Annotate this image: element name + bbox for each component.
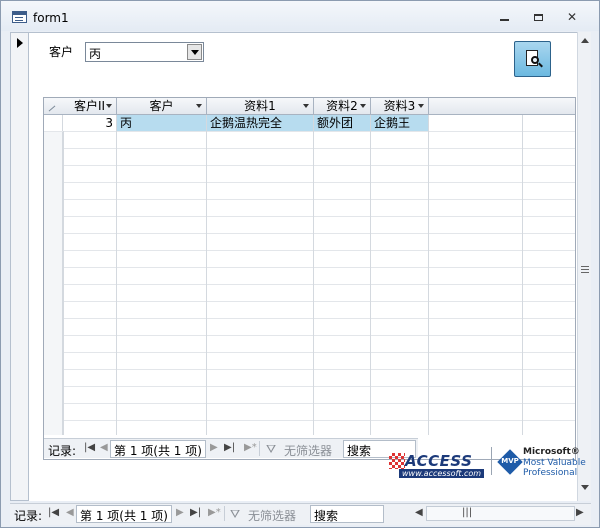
cell-customer-id[interactable]: 3 [63, 115, 117, 131]
scroll-right-icon[interactable]: ▶ [576, 507, 584, 518]
table-row[interactable]: 3 丙 企鹅温热完全 额外团 企鹅王 [44, 115, 575, 131]
column-header-data2[interactable]: 资料2 [314, 98, 371, 114]
next-record-icon[interactable]: ▶ [176, 507, 184, 518]
customer-combobox[interactable]: 丙 [85, 42, 204, 62]
close-button[interactable]: ✕ [559, 8, 585, 26]
vertical-scrollbar[interactable] [577, 32, 591, 501]
record-selector[interactable] [10, 32, 29, 501]
scroll-thumb-grip-icon[interactable]: ||| [462, 507, 472, 518]
filter-funnel-icon[interactable]: ⛛ [230, 507, 240, 522]
no-filter-label[interactable]: 无筛选器 [284, 442, 332, 459]
column-header-data3[interactable]: 资料3 [371, 98, 429, 114]
first-record-icon[interactable]: |◀ [48, 507, 59, 518]
record-position-box[interactable]: 第 1 项(共 1 项) [76, 505, 172, 523]
scroll-up-icon[interactable] [581, 38, 589, 43]
form-window: form1 ✕ 客户 丙 客户II 客户 资料1 资料2 资料3 3 丙 企鹅温… [0, 0, 600, 528]
accessoft-mark-icon [389, 453, 405, 469]
microsoft-mvp-logo: MVP Microsoft® Most Valuable Professiona… [491, 445, 586, 479]
chevron-down-icon[interactable] [187, 44, 202, 60]
chevron-down-icon[interactable] [418, 104, 424, 108]
chevron-down-icon[interactable] [303, 104, 309, 108]
column-header-row: 客户II 客户 资料1 资料2 资料3 [44, 98, 575, 115]
customer-label: 客户 [49, 45, 74, 59]
row-selector-column[interactable] [44, 132, 63, 435]
scroll-thumb[interactable] [581, 266, 589, 273]
next-record-icon[interactable]: ▶ [210, 442, 218, 453]
horizontal-scrollbar[interactable] [426, 506, 575, 521]
subform-navigation-bar: 记录: |◀ ◀ 第 1 项(共 1 项) ▶ ▶| ▶* ⛛ 无筛选器 搜索 [44, 438, 418, 458]
filter-funnel-icon[interactable]: ⛛ [266, 442, 276, 457]
logo-area: ACCESS www.accessoft.com MVP Microsoft® … [385, 441, 586, 479]
current-record-icon [17, 38, 23, 48]
no-filter-label[interactable]: 无筛选器 [248, 507, 296, 524]
title-bar: form1 ✕ [1, 1, 599, 31]
scroll-left-icon[interactable]: ◀ [415, 507, 423, 518]
accessoft-logo: ACCESS www.accessoft.com [385, 449, 485, 479]
minimize-button[interactable] [491, 8, 517, 26]
form-navigation-bar: 记录: |◀ ◀ 第 1 项(共 1 项) ▶ ▶| ▶* ⛛ 无筛选器 搜索 … [10, 503, 591, 525]
datasheet-grid: 客户II 客户 资料1 资料2 资料3 3 丙 企鹅温热完全 额外团 企鹅王 [44, 98, 575, 435]
cell-customer[interactable]: 丙 [117, 115, 207, 131]
maximize-button[interactable] [525, 8, 551, 26]
form-icon [12, 11, 27, 23]
select-all-corner[interactable] [44, 98, 63, 114]
prev-record-icon[interactable]: ◀ [66, 507, 74, 518]
window-title: form1 [33, 11, 69, 25]
record-label: 记录: [48, 444, 77, 458]
search-input[interactable]: 搜索 [310, 505, 384, 523]
first-record-icon[interactable]: |◀ [84, 442, 95, 453]
cell-data1[interactable]: 企鹅温热完全 [207, 115, 314, 131]
customer-combobox-value: 丙 [89, 47, 102, 61]
row-selector[interactable] [44, 115, 63, 131]
column-header-customer-id[interactable]: 客户II [63, 98, 117, 114]
scroll-down-icon[interactable] [581, 485, 589, 490]
last-record-icon[interactable]: ▶| [224, 442, 235, 453]
column-header-customer[interactable]: 客户 [117, 98, 207, 114]
cell-data2[interactable]: 额外团 [314, 115, 371, 131]
last-record-icon[interactable]: ▶| [190, 507, 201, 518]
subform-datasheet: 客户II 客户 资料1 资料2 资料3 3 丙 企鹅温热完全 额外团 企鹅王 记… [43, 97, 576, 460]
new-record-icon[interactable]: ▶* [208, 507, 221, 518]
column-header-data1[interactable]: 资料1 [207, 98, 314, 114]
record-label: 记录: [14, 509, 43, 523]
print-preview-button[interactable] [514, 41, 551, 77]
record-position-box[interactable]: 第 1 项(共 1 项) [110, 440, 206, 458]
new-record-icon[interactable]: ▶* [244, 442, 257, 453]
prev-record-icon[interactable]: ◀ [100, 442, 108, 453]
chevron-down-icon[interactable] [106, 104, 112, 108]
chevron-down-icon[interactable] [196, 104, 202, 108]
chevron-down-icon[interactable] [360, 104, 366, 108]
cell-data3[interactable]: 企鹅王 [371, 115, 429, 131]
